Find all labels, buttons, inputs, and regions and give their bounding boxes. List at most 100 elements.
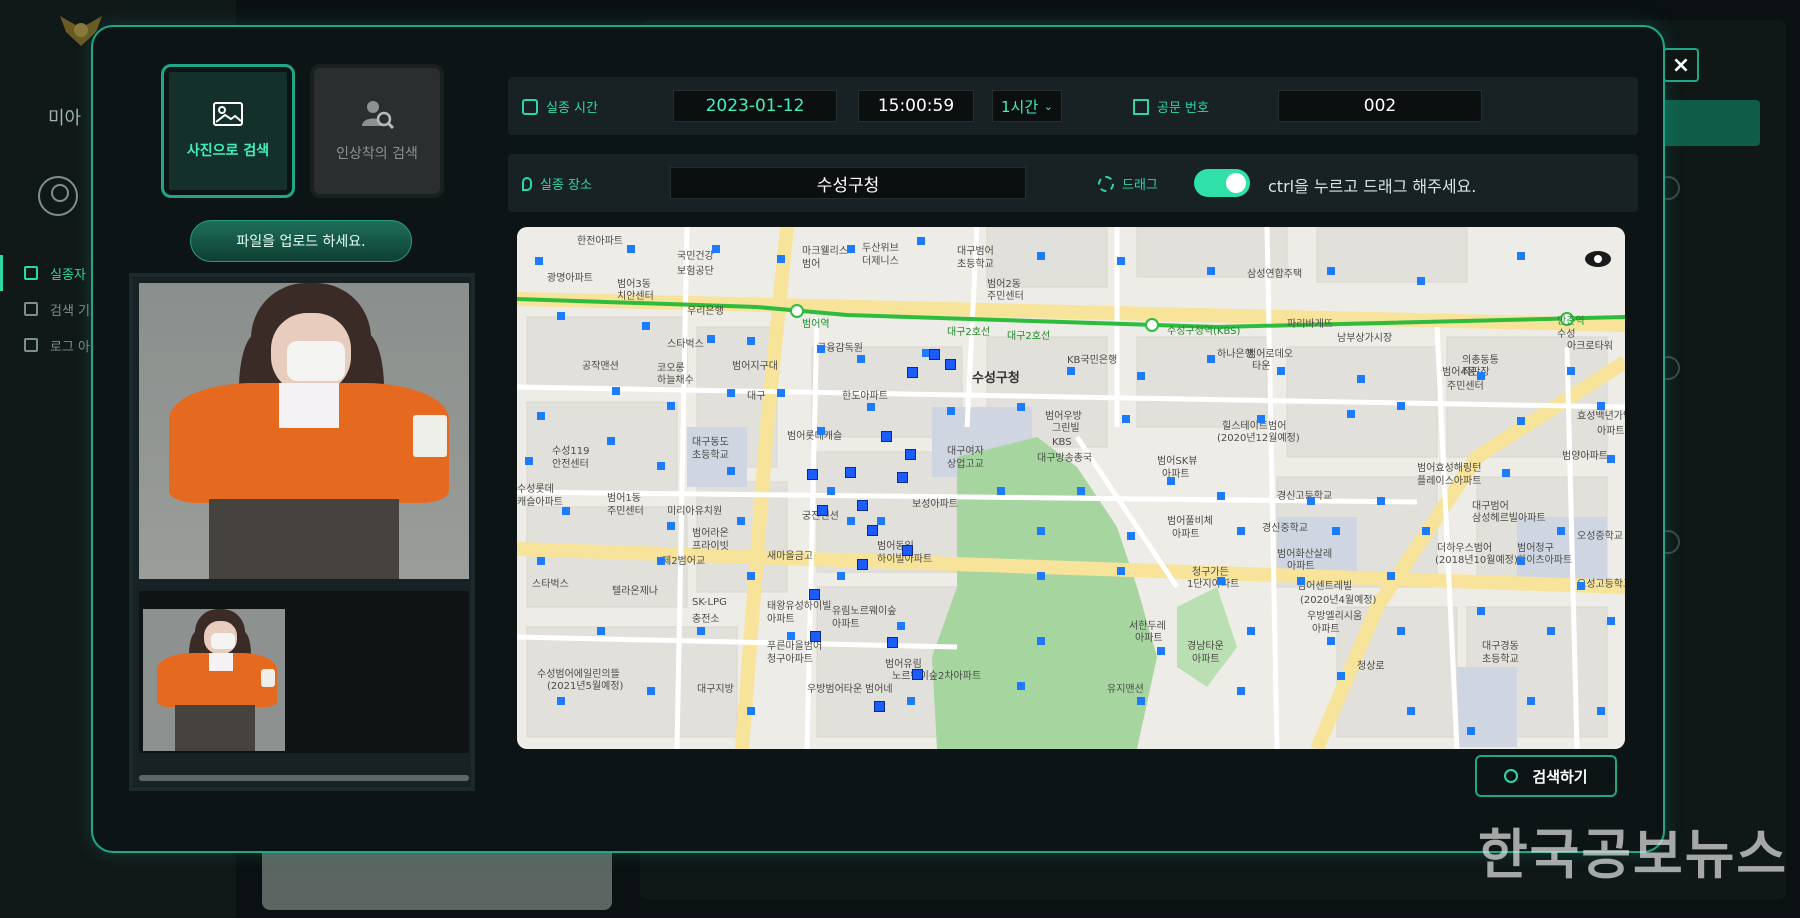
cctv-marker[interactable] bbox=[827, 487, 835, 495]
cctv-marker[interactable] bbox=[1157, 647, 1165, 655]
cctv-marker[interactable] bbox=[1607, 617, 1615, 625]
cctv-marker[interactable] bbox=[727, 389, 735, 397]
cctv-marker[interactable] bbox=[1207, 355, 1215, 363]
upload-file-button[interactable]: 파일을 업로드 하세요. bbox=[190, 220, 412, 262]
cctv-marker[interactable] bbox=[877, 517, 885, 525]
cctv-marker[interactable] bbox=[627, 245, 635, 253]
cctv-marker[interactable] bbox=[1517, 417, 1525, 425]
selected-cctv-marker[interactable] bbox=[845, 467, 856, 478]
cctv-marker[interactable] bbox=[1017, 682, 1025, 690]
cctv-marker[interactable] bbox=[1077, 487, 1085, 495]
search-button[interactable]: 검색하기 bbox=[1475, 755, 1617, 797]
cctv-marker[interactable] bbox=[1037, 572, 1045, 580]
cctv-marker[interactable] bbox=[562, 507, 570, 515]
cctv-marker[interactable] bbox=[1477, 372, 1485, 380]
cctv-marker[interactable] bbox=[557, 312, 565, 320]
cctv-marker[interactable] bbox=[1517, 252, 1525, 260]
cctv-marker[interactable] bbox=[1257, 415, 1265, 423]
cctv-marker[interactable] bbox=[837, 572, 845, 580]
cctv-marker[interactable] bbox=[1237, 687, 1245, 695]
cctv-marker[interactable] bbox=[1217, 492, 1225, 500]
cctv-marker[interactable] bbox=[1567, 367, 1575, 375]
photo-thumbnail[interactable] bbox=[143, 609, 285, 751]
cctv-marker[interactable] bbox=[1397, 627, 1405, 635]
selected-cctv-marker[interactable] bbox=[809, 589, 820, 600]
cctv-marker[interactable] bbox=[537, 412, 545, 420]
cctv-marker[interactable] bbox=[667, 522, 675, 530]
selected-cctv-marker[interactable] bbox=[905, 449, 916, 460]
cctv-marker[interactable] bbox=[1597, 707, 1605, 715]
cctv-marker[interactable] bbox=[737, 517, 745, 525]
map-view[interactable]: 한전아파트 국민건강 보험공단 마크웰리스 범어 두산위브 더제니스 대구범어 초등학교 삼성연합… bbox=[517, 227, 1625, 749]
cctv-marker[interactable] bbox=[667, 402, 675, 410]
cctv-marker[interactable] bbox=[777, 389, 785, 397]
cctv-marker[interactable] bbox=[1577, 582, 1585, 590]
cctv-marker[interactable] bbox=[1037, 637, 1045, 645]
selected-cctv-marker[interactable] bbox=[881, 431, 892, 442]
cctv-marker[interactable] bbox=[535, 257, 543, 265]
cctv-marker[interactable] bbox=[1117, 567, 1125, 575]
cctv-marker[interactable] bbox=[1337, 672, 1345, 680]
cctv-marker[interactable] bbox=[1527, 697, 1535, 705]
missing-date-field[interactable]: 2023-01-12 bbox=[673, 90, 837, 122]
cctv-marker[interactable] bbox=[997, 487, 1005, 495]
doc-number-field[interactable]: 002 bbox=[1278, 90, 1482, 122]
cctv-marker[interactable] bbox=[1557, 527, 1565, 535]
cctv-marker[interactable] bbox=[1137, 372, 1145, 380]
cctv-marker[interactable] bbox=[647, 687, 655, 695]
selected-cctv-marker[interactable] bbox=[867, 525, 878, 536]
cctv-marker[interactable] bbox=[1467, 727, 1475, 735]
selected-cctv-marker[interactable] bbox=[857, 500, 868, 511]
cctv-marker[interactable] bbox=[1247, 627, 1255, 635]
cctv-marker[interactable] bbox=[787, 632, 795, 640]
cctv-marker[interactable] bbox=[777, 255, 785, 263]
cctv-marker[interactable] bbox=[847, 245, 855, 253]
cctv-marker[interactable] bbox=[1237, 527, 1245, 535]
cctv-marker[interactable] bbox=[897, 622, 905, 630]
cctv-marker[interactable] bbox=[847, 517, 855, 525]
tab-photo-search[interactable]: 사진으로 검색 bbox=[161, 64, 295, 198]
selected-cctv-marker[interactable] bbox=[887, 637, 898, 648]
cctv-marker[interactable] bbox=[657, 557, 665, 565]
selected-cctv-marker[interactable] bbox=[807, 469, 818, 480]
cctv-marker[interactable] bbox=[657, 462, 665, 470]
cctv-marker[interactable] bbox=[1137, 697, 1145, 705]
nav-item-missing[interactable]: 실종자 bbox=[0, 255, 92, 291]
cctv-marker[interactable] bbox=[1407, 707, 1415, 715]
cctv-marker[interactable] bbox=[917, 237, 925, 245]
nav-item-search[interactable]: 검색 기 bbox=[0, 291, 92, 327]
cctv-marker[interactable] bbox=[597, 627, 605, 635]
cctv-marker[interactable] bbox=[1387, 572, 1395, 580]
cctv-marker[interactable] bbox=[1037, 252, 1045, 260]
cctv-marker[interactable] bbox=[1297, 577, 1305, 585]
thumbnail-scrollbar[interactable] bbox=[139, 775, 469, 781]
cctv-marker[interactable] bbox=[1597, 402, 1605, 410]
cctv-marker[interactable] bbox=[1347, 410, 1355, 418]
cctv-marker[interactable] bbox=[907, 697, 915, 705]
selected-cctv-marker[interactable] bbox=[810, 631, 821, 642]
cctv-marker[interactable] bbox=[1067, 367, 1075, 375]
cctv-marker[interactable] bbox=[727, 467, 735, 475]
selected-cctv-marker[interactable] bbox=[897, 472, 908, 483]
cctv-marker[interactable] bbox=[1207, 267, 1215, 275]
cctv-marker[interactable] bbox=[1417, 277, 1425, 285]
selected-cctv-marker[interactable] bbox=[912, 669, 923, 680]
cctv-marker[interactable] bbox=[817, 345, 825, 353]
cctv-marker[interactable] bbox=[1332, 527, 1340, 535]
cctv-marker[interactable] bbox=[1422, 527, 1430, 535]
visibility-eye-icon[interactable] bbox=[1585, 251, 1611, 267]
cctv-marker[interactable] bbox=[747, 572, 755, 580]
location-input[interactable]: 수성구청 bbox=[670, 167, 1026, 199]
cctv-marker[interactable] bbox=[537, 557, 545, 565]
cctv-marker[interactable] bbox=[747, 707, 755, 715]
cctv-marker[interactable] bbox=[1397, 402, 1405, 410]
cctv-marker[interactable] bbox=[1547, 627, 1555, 635]
missing-time-field[interactable]: 15:00:59 bbox=[858, 90, 974, 122]
cctv-marker[interactable] bbox=[1217, 577, 1225, 585]
cctv-marker[interactable] bbox=[1277, 367, 1285, 375]
cctv-marker[interactable] bbox=[1037, 527, 1045, 535]
cctv-marker[interactable] bbox=[1502, 469, 1510, 477]
cctv-marker[interactable] bbox=[947, 407, 955, 415]
cctv-marker[interactable] bbox=[642, 322, 650, 330]
cctv-marker[interactable] bbox=[1127, 532, 1135, 540]
